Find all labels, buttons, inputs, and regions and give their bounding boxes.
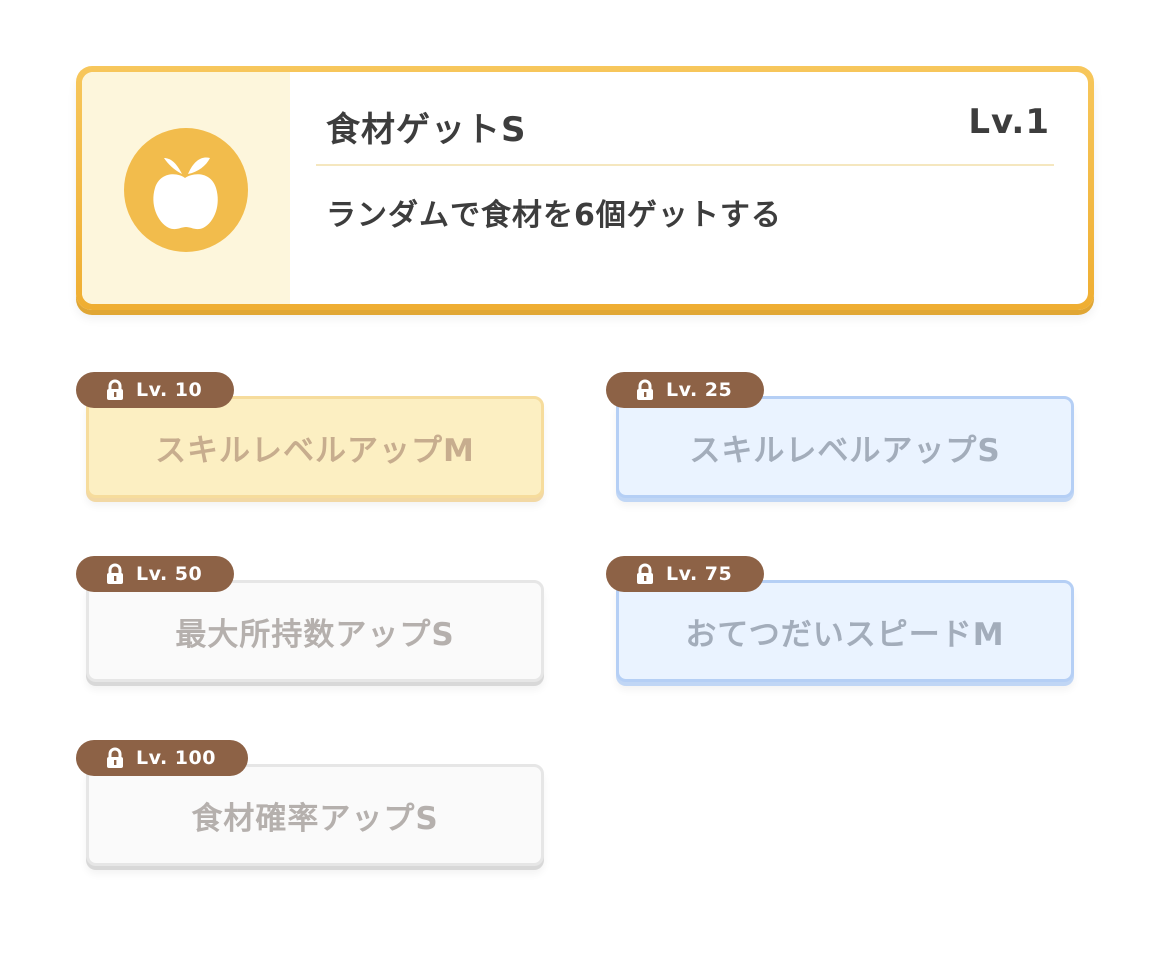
lock-icon	[107, 747, 123, 768]
lock-icon	[637, 379, 653, 400]
skill-icon-panel	[82, 72, 290, 304]
skill-description: ランダムで食材を6個ゲットする	[326, 198, 782, 233]
main-skill-card-inner: 食材ゲットS Lv.1 ランダムで食材を6個ゲットする	[82, 72, 1088, 304]
unlock-level-label: Lv. 100	[136, 747, 216, 769]
skill-screen: 食材ゲットS Lv.1 ランダムで食材を6個ゲットする Lv. 10 スキルレベ…	[0, 0, 1170, 970]
unlock-level-label: Lv. 10	[136, 379, 203, 401]
unlock-level-label: Lv. 75	[666, 563, 733, 585]
main-skill-card: 食材ゲットS Lv.1 ランダムで食材を6個ゲットする	[76, 66, 1094, 310]
lock-icon	[107, 563, 123, 584]
skill-icon-badge	[124, 128, 248, 252]
lock-tag: Lv. 50	[76, 556, 235, 592]
unlock-slot-lv25: Lv. 25 スキルレベルアップS	[606, 372, 1076, 504]
unlock-slot-lv100: Lv. 100 食材確率アップS	[76, 740, 546, 872]
lock-icon	[107, 379, 123, 400]
unlock-slot-lv10: Lv. 10 スキルレベルアップM	[76, 372, 546, 504]
unlock-slot-lv50: Lv. 50 最大所持数アップS	[76, 556, 546, 688]
divider	[316, 164, 1054, 166]
unlock-slot-lv75: Lv. 75 おてつだいスピードM	[606, 556, 1076, 688]
skill-name: 食材ゲットS	[326, 110, 527, 150]
lock-tag: Lv. 75	[606, 556, 765, 592]
unlock-skill-button[interactable]: 最大所持数アップS	[86, 580, 544, 682]
unlock-skill-button[interactable]: スキルレベルアップS	[616, 396, 1074, 498]
unlock-level-label: Lv. 50	[136, 563, 203, 585]
unlock-level-label: Lv. 25	[666, 379, 733, 401]
lock-icon	[637, 563, 653, 584]
apple-icon	[153, 157, 218, 230]
unlock-skill-button[interactable]: おてつだいスピードM	[616, 580, 1074, 682]
lock-tag: Lv. 25	[606, 372, 765, 408]
unlock-skill-button[interactable]: 食材確率アップS	[86, 764, 544, 866]
lock-tag: Lv. 10	[76, 372, 235, 408]
skill-level: Lv.1	[968, 102, 1050, 142]
unlock-skill-button[interactable]: スキルレベルアップM	[86, 396, 544, 498]
lock-tag: Lv. 100	[76, 740, 248, 776]
